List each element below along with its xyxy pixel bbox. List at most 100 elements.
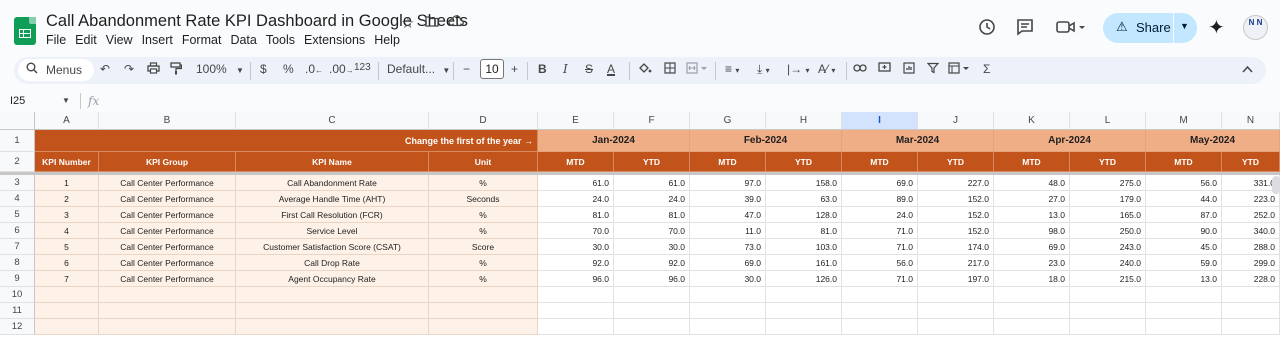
period-subheader[interactable]: MTD [842, 152, 918, 172]
empty-cell[interactable] [690, 287, 766, 303]
value-cell[interactable]: 24.0 [842, 207, 918, 223]
empty-cell[interactable] [842, 319, 918, 335]
star-icon[interactable]: ☆ [401, 14, 414, 32]
period-subheader[interactable]: MTD [994, 152, 1070, 172]
value-cell[interactable]: 174.0 [918, 239, 994, 255]
empty-cell[interactable] [538, 319, 614, 335]
column-header-f[interactable]: F [614, 112, 690, 130]
empty-cell[interactable] [1222, 287, 1280, 303]
kpi-number-cell[interactable]: 1 [35, 175, 99, 191]
row-header-8[interactable]: 8 [0, 255, 35, 271]
value-cell[interactable]: 87.0 [1146, 207, 1222, 223]
kpi-name-cell[interactable]: Service Level [236, 223, 429, 239]
column-title[interactable]: Unit [429, 152, 538, 172]
unit-cell[interactable]: % [429, 255, 538, 271]
row-header-7[interactable]: 7 [0, 239, 35, 255]
value-cell[interactable]: 152.0 [918, 223, 994, 239]
kpi-name-cell[interactable]: First Call Resolution (FCR) [236, 207, 429, 223]
menu-format[interactable]: Format [182, 33, 226, 47]
column-header-n[interactable]: N [1222, 112, 1280, 130]
cloud-status-icon[interactable] [448, 14, 464, 31]
kpi-group-cell[interactable]: Call Center Performance [99, 255, 236, 271]
value-cell[interactable]: 24.0 [538, 191, 614, 207]
value-cell[interactable]: 90.0 [1146, 223, 1222, 239]
merge-cells-icon[interactable] [686, 62, 708, 77]
move-folder-icon[interactable] [425, 14, 439, 31]
value-cell[interactable]: 243.0 [1070, 239, 1146, 255]
kpi-name-cell[interactable]: Average Handle Time (AHT) [236, 191, 429, 207]
vertical-align-icon[interactable]: ⤓ ▾ [757, 62, 770, 77]
column-header-g[interactable]: G [690, 112, 766, 130]
row-header-12[interactable]: 12 [0, 319, 35, 335]
insert-link-icon[interactable] [853, 62, 867, 76]
redo-icon[interactable]: ↷ [124, 62, 134, 76]
sheets-logo-icon[interactable] [14, 17, 36, 45]
empty-cell[interactable] [429, 319, 538, 335]
empty-cell[interactable] [35, 287, 99, 303]
empty-cell[interactable] [429, 287, 538, 303]
empty-cell[interactable] [1070, 287, 1146, 303]
month-header[interactable]: Apr-2024 [994, 130, 1146, 152]
text-wrapping-icon[interactable]: |→ ▾ [787, 62, 809, 76]
empty-cell[interactable] [690, 303, 766, 319]
value-cell[interactable]: 61.0 [538, 175, 614, 191]
menu-extensions[interactable]: Extensions [304, 33, 369, 47]
row-header-10[interactable]: 10 [0, 287, 35, 303]
insert-comment-icon[interactable] [878, 62, 891, 77]
value-cell[interactable]: 73.0 [690, 239, 766, 255]
empty-cell[interactable] [1070, 303, 1146, 319]
row-header-9[interactable]: 9 [0, 271, 35, 287]
period-subheader[interactable]: YTD [766, 152, 842, 172]
value-cell[interactable]: 179.0 [1070, 191, 1146, 207]
kpi-number-cell[interactable]: 6 [35, 255, 99, 271]
collapse-toolbar-icon[interactable] [1242, 62, 1253, 76]
month-header[interactable]: Jan-2024 [538, 130, 690, 152]
value-cell[interactable]: 252.0 [1222, 207, 1280, 223]
value-cell[interactable]: 70.0 [538, 223, 614, 239]
kpi-name-cell[interactable]: Agent Occupancy Rate [236, 271, 429, 287]
empty-cell[interactable] [99, 287, 236, 303]
kpi-number-cell[interactable]: 4 [35, 223, 99, 239]
menu-view[interactable]: View [106, 33, 137, 47]
value-cell[interactable]: 158.0 [766, 175, 842, 191]
avatar[interactable]: N N [1243, 15, 1268, 40]
menu-help[interactable]: Help [374, 33, 404, 47]
value-cell[interactable]: 13.0 [1146, 271, 1222, 287]
value-cell[interactable]: 71.0 [842, 223, 918, 239]
version-history-icon[interactable] [978, 18, 996, 41]
value-cell[interactable]: 89.0 [842, 191, 918, 207]
column-header-i[interactable]: I [842, 112, 918, 130]
row-header-4[interactable]: 4 [0, 191, 35, 207]
value-cell[interactable]: 56.0 [842, 255, 918, 271]
increase-font-size-button[interactable]: + [511, 62, 518, 76]
value-cell[interactable]: 275.0 [1070, 175, 1146, 191]
value-cell[interactable]: 227.0 [918, 175, 994, 191]
column-header-c[interactable]: C [236, 112, 429, 130]
column-header-m[interactable]: M [1146, 112, 1222, 130]
select-all-corner[interactable] [0, 112, 35, 130]
undo-icon[interactable]: ↶ [100, 62, 110, 76]
share-button[interactable]: ⚠ Share ▼ [1103, 13, 1197, 43]
row-header-11[interactable]: 11 [0, 303, 35, 319]
empty-cell[interactable] [1070, 319, 1146, 335]
empty-cell[interactable] [236, 319, 429, 335]
empty-cell[interactable] [766, 319, 842, 335]
value-cell[interactable]: 97.0 [690, 175, 766, 191]
name-box[interactable]: I25 [10, 95, 25, 107]
value-cell[interactable]: 92.0 [538, 255, 614, 271]
value-cell[interactable]: 69.0 [994, 239, 1070, 255]
paint-format-icon[interactable] [170, 62, 183, 78]
empty-cell[interactable] [35, 319, 99, 335]
value-cell[interactable]: 47.0 [690, 207, 766, 223]
empty-cell[interactable] [236, 303, 429, 319]
value-cell[interactable]: 30.0 [614, 239, 690, 255]
kpi-group-cell[interactable]: Call Center Performance [99, 239, 236, 255]
empty-cell[interactable] [766, 303, 842, 319]
empty-cell[interactable] [538, 303, 614, 319]
decrease-font-size-button[interactable]: − [463, 62, 470, 76]
value-cell[interactable]: 161.0 [766, 255, 842, 271]
meet-video-icon[interactable] [1056, 18, 1086, 41]
period-subheader[interactable]: MTD [538, 152, 614, 172]
value-cell[interactable]: 56.0 [1146, 175, 1222, 191]
value-cell[interactable]: 69.0 [842, 175, 918, 191]
